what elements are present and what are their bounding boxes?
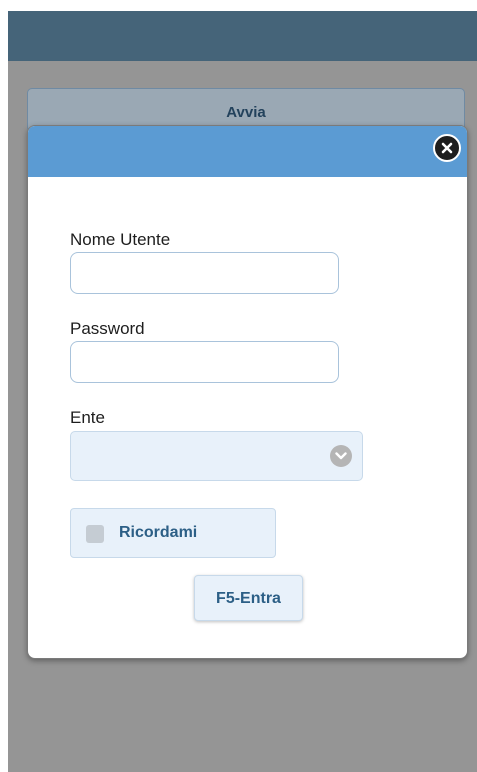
username-input[interactable]	[70, 252, 339, 294]
password-label: Password	[70, 319, 145, 338]
start-button-label: Avvia	[226, 104, 266, 121]
organization-label: Ente	[70, 408, 105, 427]
chevron-down-icon	[330, 445, 352, 467]
top-bar	[8, 11, 477, 61]
username-label: Nome Utente	[70, 230, 171, 249]
app-screen: Avvia Nome Utente Password Ente Ricordam…	[8, 11, 477, 772]
organization-select[interactable]	[70, 431, 363, 481]
dialog-header	[28, 126, 467, 177]
login-dialog: Nome Utente Password Ente Ricordami F5-E…	[27, 125, 468, 659]
remember-me-label: Ricordami	[119, 524, 198, 541]
remember-me-toggle[interactable]: Ricordami	[70, 508, 276, 558]
close-button[interactable]	[433, 134, 461, 162]
close-icon	[441, 142, 453, 154]
enter-button-label: F5-Entra	[216, 590, 281, 607]
enter-button[interactable]: F5-Entra	[194, 575, 303, 621]
password-input[interactable]	[70, 341, 339, 383]
remember-me-checkbox[interactable]	[86, 525, 104, 543]
